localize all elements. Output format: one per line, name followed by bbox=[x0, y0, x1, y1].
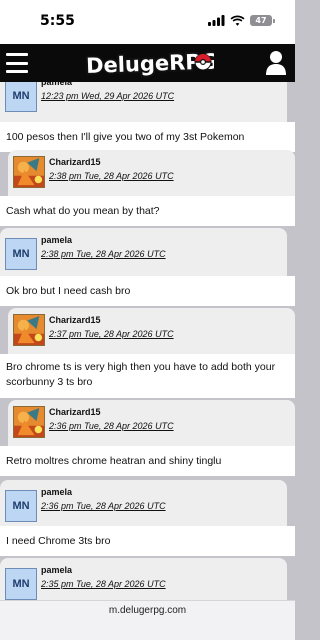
message-header: Charizard15 2:36 pm Tue, 28 Apr 2026 UTC bbox=[8, 400, 295, 452]
message-username[interactable]: pamela bbox=[41, 235, 72, 245]
message-header: Charizard15 2:38 pm Tue, 28 Apr 2026 UTC bbox=[8, 150, 295, 202]
hamburger-icon-bar bbox=[6, 53, 28, 56]
message-time: 2:36 pm Tue, 28 Apr 2026 UTC bbox=[41, 501, 166, 511]
charizard-avatar[interactable] bbox=[13, 406, 45, 438]
profile-icon[interactable] bbox=[265, 50, 287, 76]
message-header: MN pamela 2:35 pm Tue, 28 Apr 2026 UTC bbox=[0, 558, 287, 600]
status-bar: 5:55 47 bbox=[0, 0, 295, 44]
message-header: MN pamela 2:38 pm Tue, 28 Apr 2026 UTC bbox=[0, 228, 287, 280]
message-header: Charizard15 2:37 pm Tue, 28 Apr 2026 UTC bbox=[8, 308, 295, 360]
message-time: 2:37 pm Tue, 28 Apr 2026 UTC bbox=[49, 329, 174, 339]
message-text: Cash what do you mean by that? bbox=[6, 205, 160, 217]
message-username[interactable]: pamela bbox=[41, 487, 72, 497]
avatar[interactable]: MN bbox=[5, 490, 37, 522]
site-header: DelugeRPG bbox=[0, 44, 295, 82]
avatar[interactable]: MN bbox=[5, 238, 37, 270]
signal-icon bbox=[208, 15, 225, 26]
message-body: 100 pesos then I'll give you two of my 3… bbox=[0, 122, 295, 152]
hamburger-icon-bar bbox=[6, 61, 28, 65]
avatar[interactable]: MN bbox=[5, 82, 37, 112]
delugerpg-logo[interactable]: DelugeRPG bbox=[82, 47, 214, 79]
message-username[interactable]: Charizard15 bbox=[49, 157, 101, 167]
message-body: Ok bro but I need cash bro bbox=[0, 276, 295, 306]
message-text: I need Chrome 3ts bro bbox=[6, 535, 111, 547]
message-body: I need Chrome 3ts bro bbox=[0, 526, 295, 556]
url-text[interactable]: m.delugerpg.com bbox=[0, 605, 295, 616]
message-text: Bro chrome ts is very high then you have… bbox=[6, 361, 276, 388]
battery-icon: 47 bbox=[250, 15, 275, 26]
message-body: Cash what do you mean by that? bbox=[0, 196, 295, 226]
message-time: 12:23 pm Wed, 29 Apr 2026 UTC bbox=[41, 91, 175, 101]
message-time: 2:36 pm Tue, 28 Apr 2026 UTC bbox=[49, 421, 174, 431]
charizard-avatar[interactable] bbox=[13, 156, 45, 188]
message-list[interactable]: MN pamela 12:23 pm Wed, 29 Apr 2026 UTC … bbox=[0, 82, 295, 600]
hamburger-icon-bar bbox=[6, 70, 28, 73]
message-body: Retro moltres chrome heatran and shiny t… bbox=[0, 446, 295, 476]
message-header: MN pamela 12:23 pm Wed, 29 Apr 2026 UTC bbox=[0, 82, 287, 122]
message-username[interactable]: Charizard15 bbox=[49, 407, 101, 417]
message-header: MN pamela 2:36 pm Tue, 28 Apr 2026 UTC bbox=[0, 480, 287, 532]
status-time: 5:55 bbox=[40, 13, 75, 29]
message-text: 100 pesos then I'll give you two of my 3… bbox=[6, 131, 245, 143]
message-time: 2:35 pm Tue, 28 Apr 2026 UTC bbox=[41, 579, 166, 589]
message-time: 2:38 pm Tue, 28 Apr 2026 UTC bbox=[41, 249, 166, 259]
message-time: 2:38 pm Tue, 28 Apr 2026 UTC bbox=[49, 171, 174, 181]
browser-address-bar[interactable]: m.delugerpg.com bbox=[0, 600, 295, 640]
message-username[interactable]: Charizard15 bbox=[49, 315, 101, 325]
status-icons: 47 bbox=[208, 15, 275, 26]
message-username[interactable]: pamela bbox=[41, 82, 72, 87]
battery-level: 47 bbox=[255, 16, 267, 25]
message-username[interactable]: pamela bbox=[41, 565, 72, 575]
avatar[interactable]: MN bbox=[5, 568, 37, 600]
menu-button[interactable] bbox=[6, 51, 28, 75]
message-text: Ok bro but I need cash bro bbox=[6, 285, 131, 297]
message-text: Retro moltres chrome heatran and shiny t… bbox=[6, 455, 222, 467]
charizard-avatar[interactable] bbox=[13, 314, 45, 346]
wifi-icon bbox=[230, 15, 245, 26]
message-body: Bro chrome ts is very high then you have… bbox=[0, 354, 295, 398]
